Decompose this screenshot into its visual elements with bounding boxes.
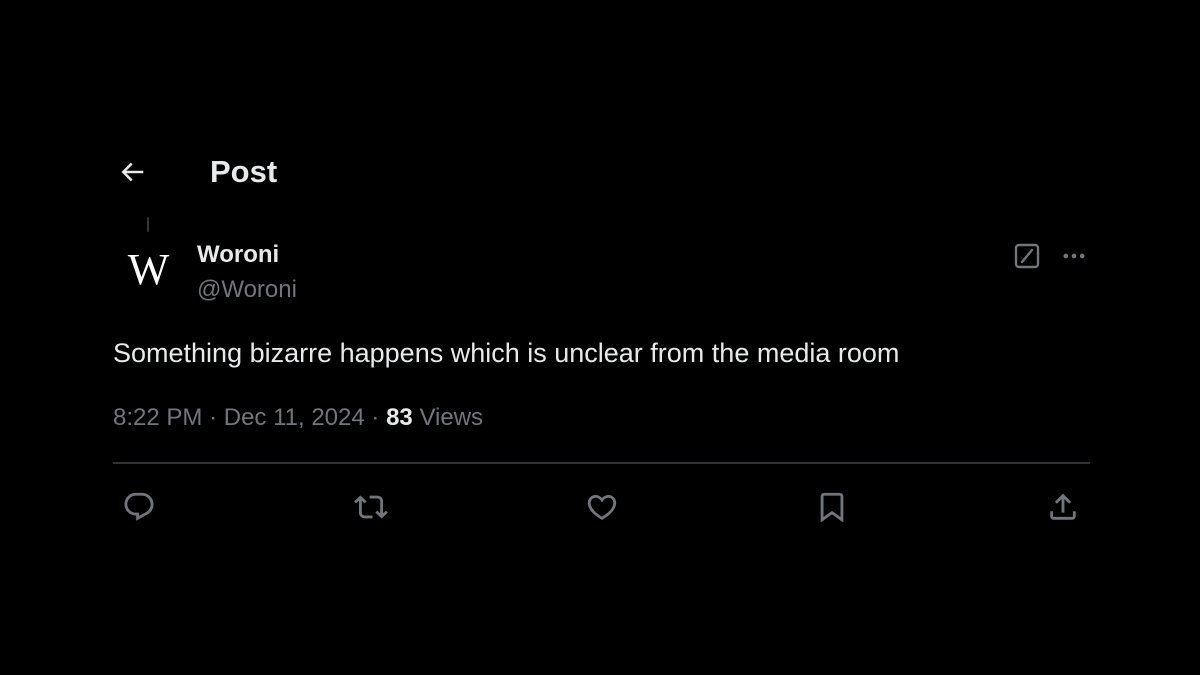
post-metadata: 8:22 PM · Dec 11, 2024 · 83 Views — [113, 402, 483, 434]
views-label: Views — [419, 404, 484, 431]
reply-icon — [124, 492, 154, 521]
post-text: Something bizarre happens which is uncle… — [113, 338, 900, 368]
grok-icon — [1014, 243, 1040, 269]
views-count: 83 — [386, 404, 413, 431]
share-button[interactable] — [1040, 484, 1086, 530]
avatar[interactable]: W — [118, 240, 178, 300]
divider — [113, 462, 1090, 464]
bookmark-button[interactable] — [809, 484, 855, 530]
back-button[interactable] — [112, 152, 152, 192]
retweet-button[interactable] — [348, 484, 394, 530]
page-title: Post — [210, 154, 278, 189]
post-date[interactable]: Dec 11, 2024 — [224, 404, 365, 431]
author-handle[interactable]: @Woroni — [197, 275, 297, 305]
bookmark-icon — [820, 492, 844, 523]
post-time[interactable]: 8:22 PM — [113, 404, 202, 431]
thread-connector — [147, 217, 149, 232]
more-button[interactable] — [1054, 237, 1094, 275]
more-icon — [1063, 253, 1085, 259]
like-icon — [587, 494, 617, 520]
author-display-name[interactable]: Woroni — [197, 240, 279, 270]
share-icon — [1050, 493, 1076, 520]
grok-button[interactable] — [1008, 237, 1046, 275]
arrow-left-icon — [121, 162, 144, 182]
meta-separator: · — [209, 404, 218, 431]
retweet-icon — [354, 495, 388, 519]
avatar-logo-letter: W — [127, 245, 170, 294]
meta-separator: · — [371, 404, 380, 431]
reply-button[interactable] — [116, 484, 162, 530]
like-button[interactable] — [579, 484, 625, 530]
